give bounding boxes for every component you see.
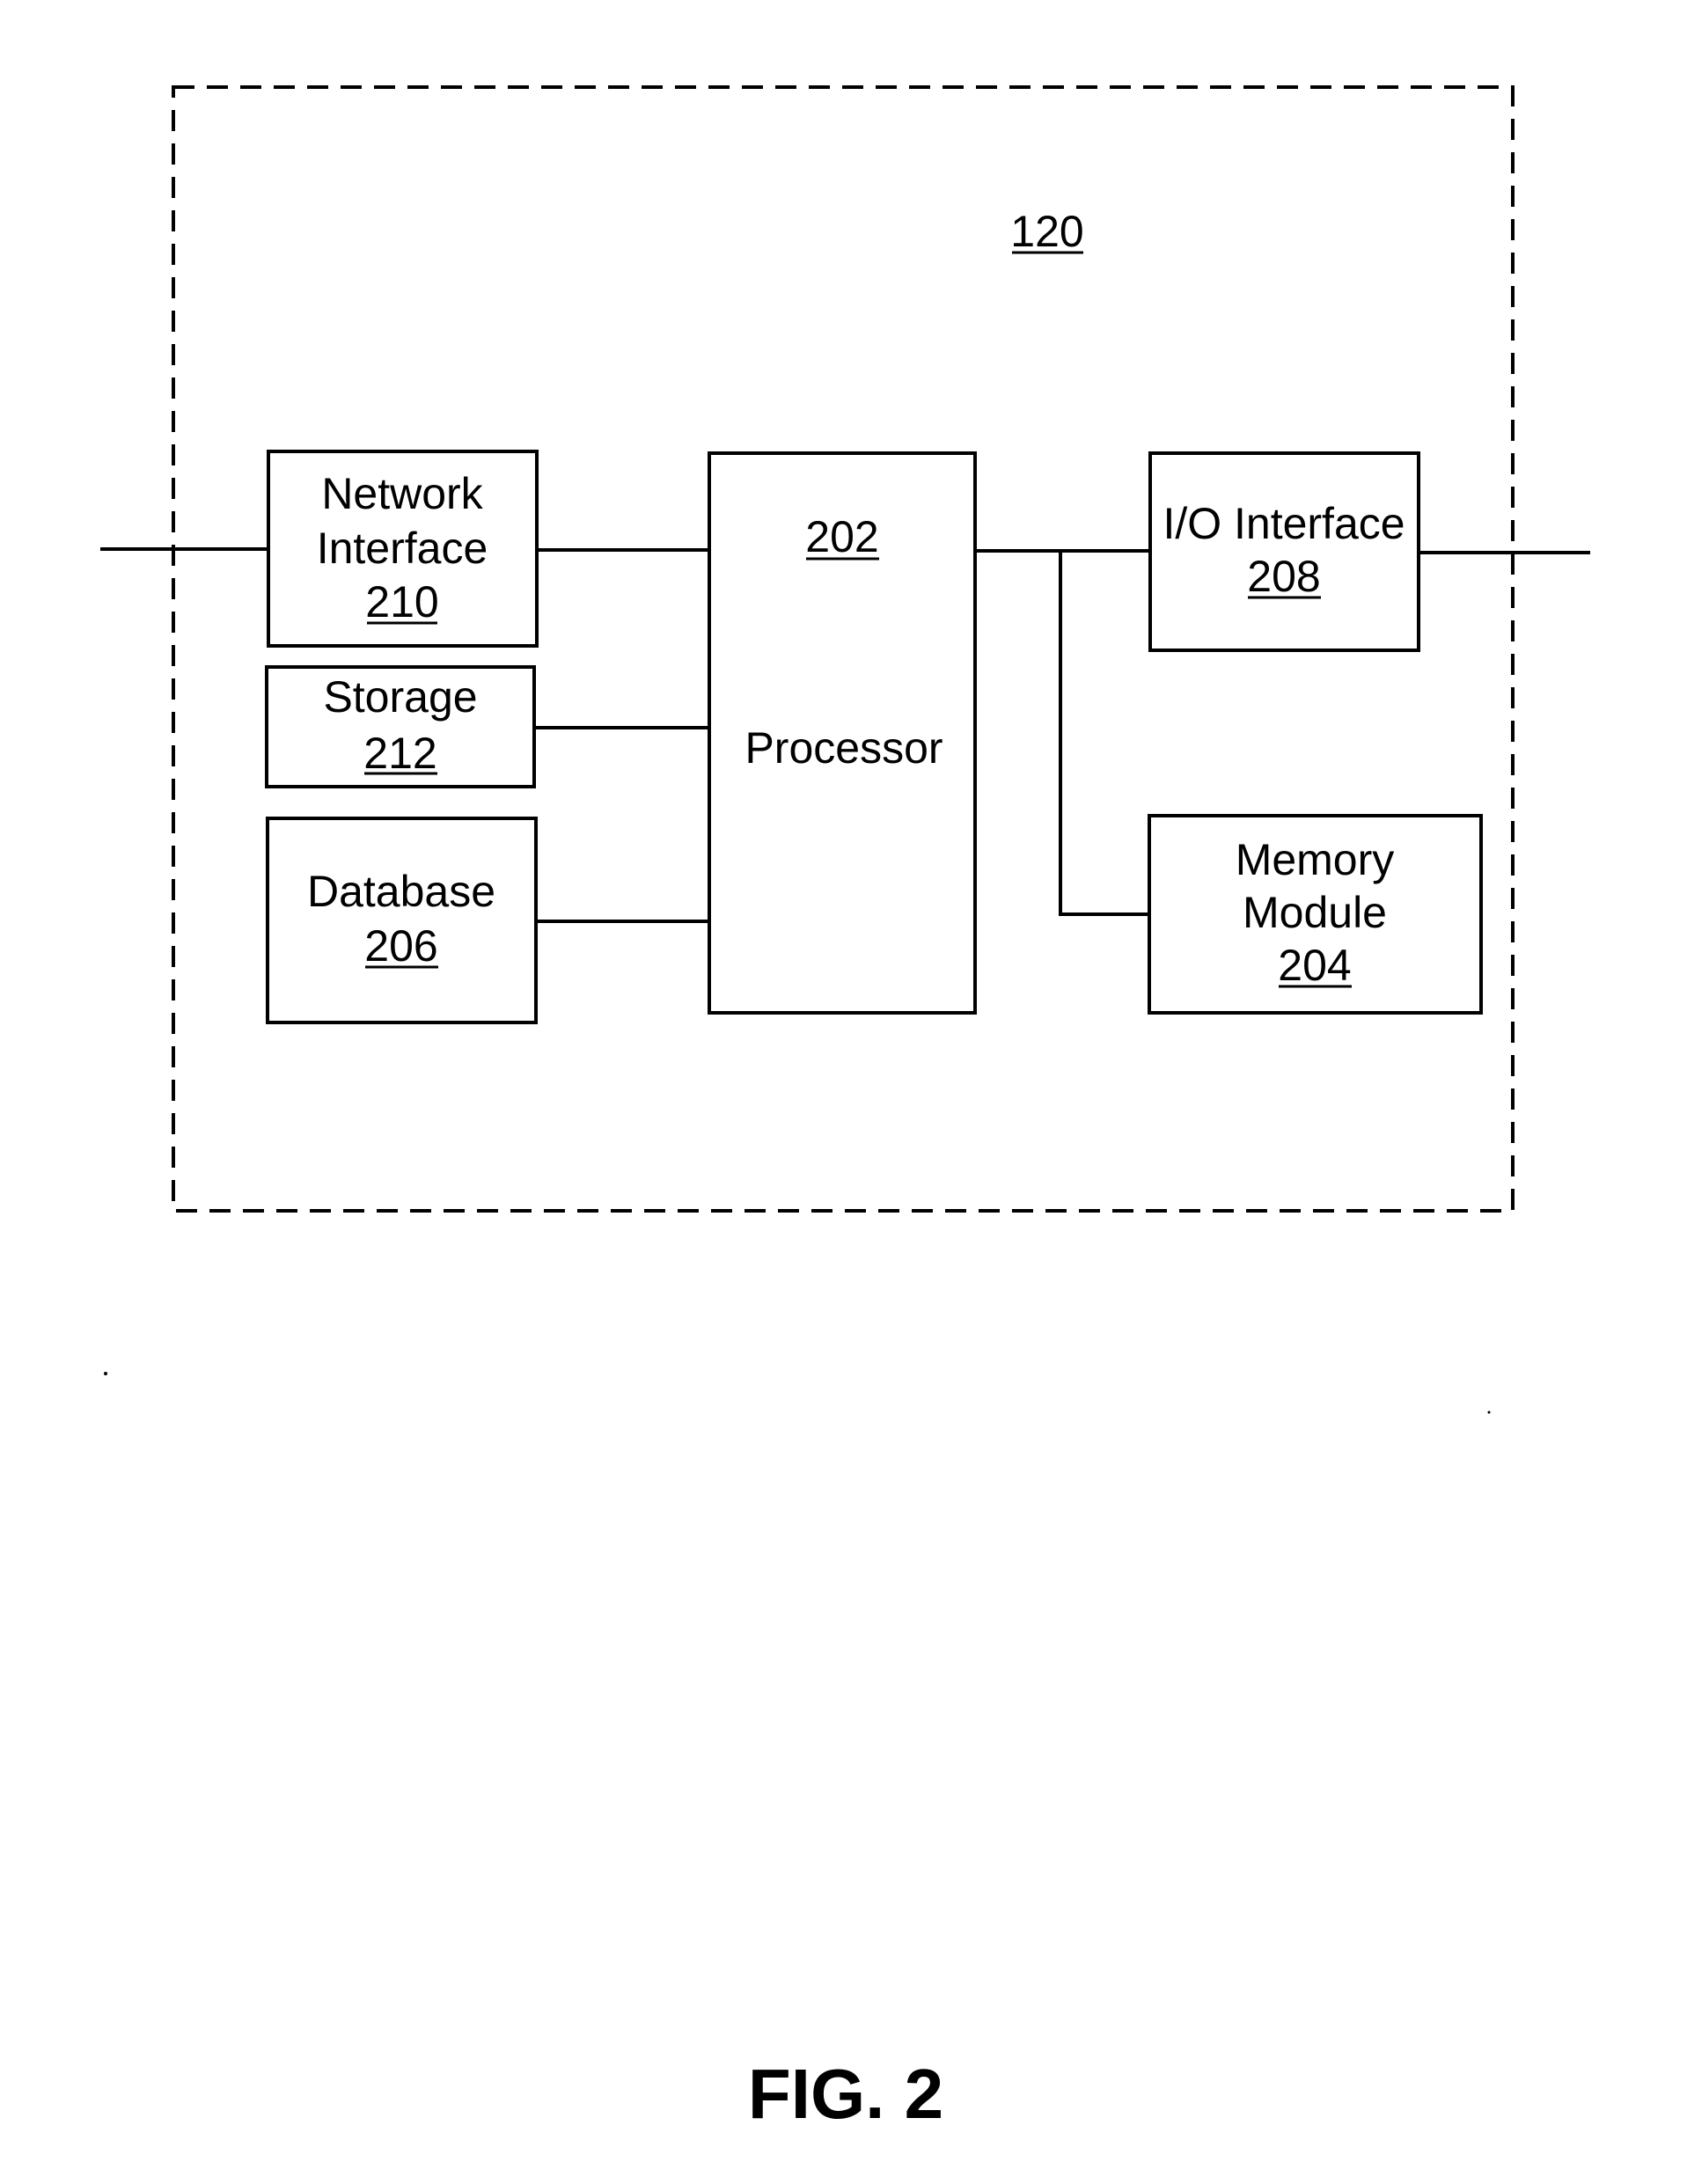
diagram-canvas: 120 Network Interface 210 Storage 212 Da… xyxy=(100,85,1590,2133)
network-interface-label-line-1: Network xyxy=(321,469,483,518)
block-io-interface[interactable]: I/O Interface 208 xyxy=(1148,451,1420,652)
wire-processor-to-memory xyxy=(1059,551,1149,916)
system-ref-label: 120 xyxy=(1010,207,1083,256)
io-interface-ref: 208 xyxy=(1247,552,1320,601)
processor-ref: 202 xyxy=(805,512,878,561)
block-database[interactable]: Database 206 xyxy=(266,817,538,1024)
memory-module-ref: 204 xyxy=(1278,941,1351,990)
database-label: Database xyxy=(307,867,495,916)
memory-module-label-line-1: Memory xyxy=(1236,835,1395,884)
processor-label: Processor xyxy=(744,723,943,773)
database-box xyxy=(266,817,538,1024)
block-memory-module[interactable]: Memory Module 204 xyxy=(1148,814,1483,1015)
network-interface-ref: 210 xyxy=(365,577,438,627)
block-storage[interactable]: Storage 212 xyxy=(265,665,536,788)
storage-label: Storage xyxy=(323,672,477,722)
block-processor[interactable]: 202 Processor xyxy=(708,451,977,1015)
scan-dot xyxy=(104,1372,107,1375)
io-interface-label: I/O Interface xyxy=(1163,499,1405,548)
block-network-interface[interactable]: Network Interface 210 xyxy=(267,450,539,648)
storage-ref: 212 xyxy=(363,729,436,778)
database-ref: 206 xyxy=(364,921,437,971)
figure-caption: FIG. 2 xyxy=(748,2055,943,2133)
scan-dot xyxy=(1487,1411,1491,1414)
memory-module-label-line-2: Module xyxy=(1243,888,1387,937)
network-interface-label-line-2: Interface xyxy=(317,524,488,573)
